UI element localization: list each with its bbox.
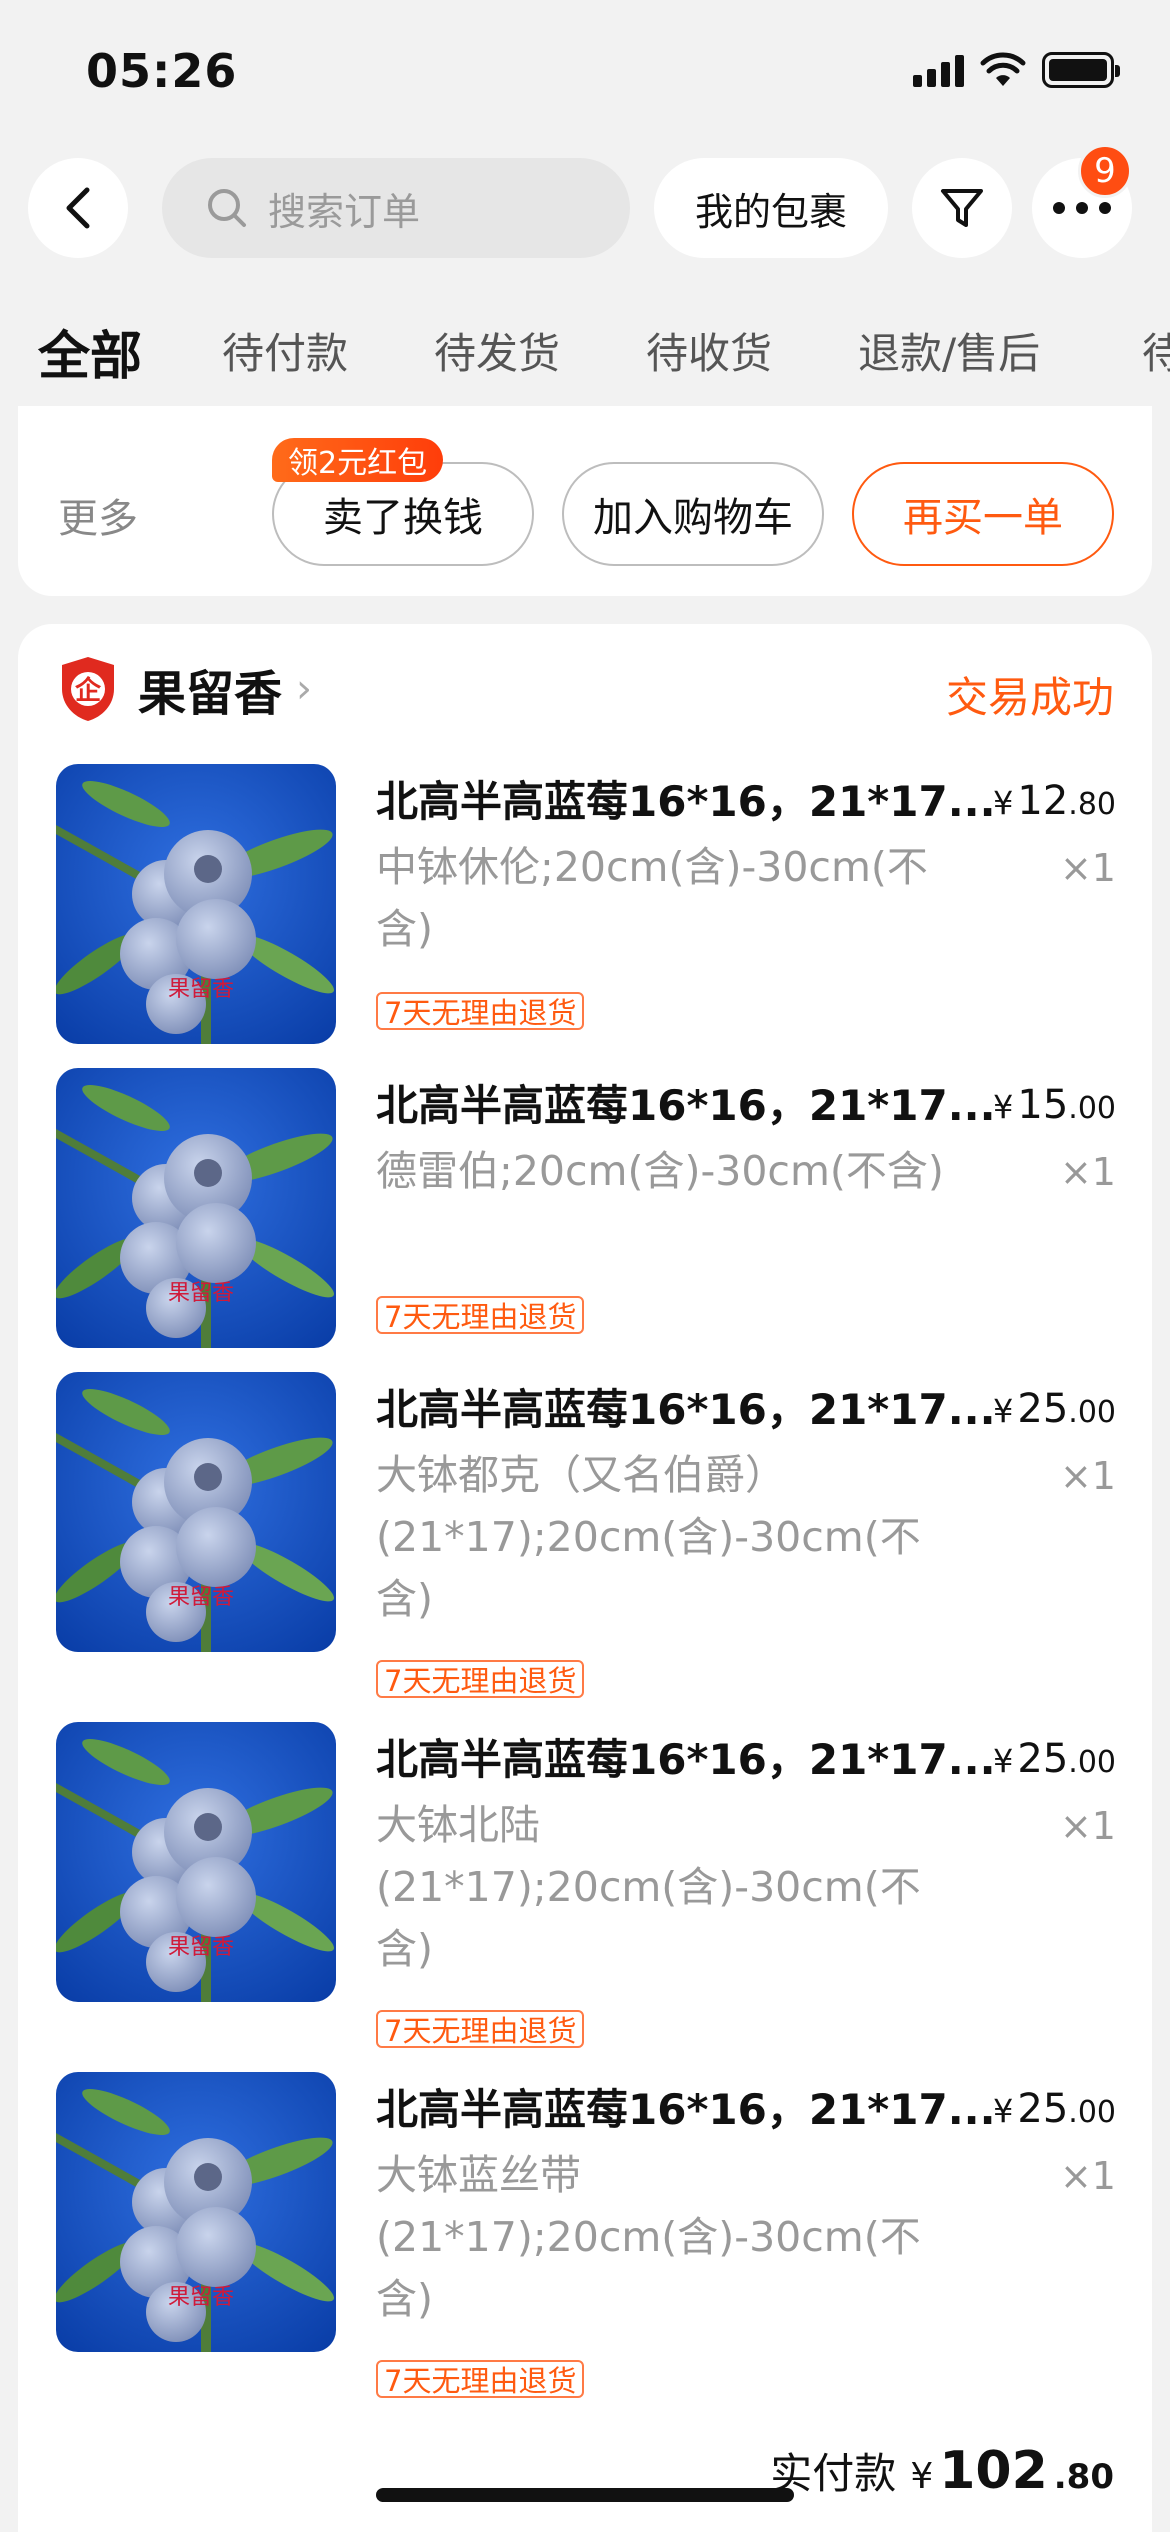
more-dots-icon: [1053, 202, 1111, 214]
price-dec: .00: [1068, 1745, 1116, 1780]
product-title: 北高半高蓝莓16*16，21*17...: [376, 777, 996, 826]
order-item[interactable]: 果留香 北高半高蓝莓16*16，21*17... 德雷伯;20cm(含)-30c…: [56, 1068, 1116, 1408]
product-thumbnail[interactable]: 果留香: [56, 1068, 336, 1348]
product-price: ¥12.80: [993, 778, 1116, 824]
price-int: 25: [1017, 1386, 1069, 1432]
more-options-button[interactable]: 9: [1032, 144, 1132, 258]
product-price: ¥15.00: [993, 1082, 1116, 1128]
svg-text:企: 企: [75, 675, 102, 706]
return-policy-tag: 7天无理由退货: [376, 992, 585, 1030]
filter-button[interactable]: [912, 158, 1012, 258]
top-nav: 搜索订单 我的包裹 9: [0, 144, 1170, 258]
status-bar: 05:26: [0, 0, 1170, 140]
order-item[interactable]: 果留香 北高半高蓝莓16*16，21*17... 大钵都克（又名伯爵）(21*1…: [56, 1372, 1116, 1712]
total-amount-int: 102: [939, 2441, 1048, 2501]
price-dec: .00: [1068, 1395, 1116, 1430]
price-dec: .00: [1068, 1091, 1116, 1126]
search-icon: [208, 189, 246, 227]
return-policy-tag: 7天无理由退货: [376, 2010, 585, 2048]
tab-pending-review[interactable]: 待: [1142, 320, 1170, 381]
chevron-right-icon: ›: [296, 666, 313, 712]
search-placeholder: 搜索订单: [268, 189, 421, 234]
product-title: 北高半高蓝莓16*16，21*17...: [376, 1385, 996, 1434]
price-int: 15: [1017, 1082, 1069, 1128]
price-currency: ¥: [993, 2092, 1014, 2130]
product-price: ¥25.00: [993, 1736, 1116, 1782]
battery-icon: [1042, 52, 1120, 88]
product-spec: 中钵休伦;20cm(含)-30cm(不含): [376, 843, 928, 953]
product-spec: 大钵都克（又名伯爵）(21*17);20cm(含)-30cm(不含): [376, 1451, 921, 1623]
status-icons: [913, 52, 1120, 88]
price-dec: .00: [1068, 2095, 1116, 2130]
tab-refund-aftersale[interactable]: 退款/售后: [858, 320, 1040, 381]
product-quantity: ×1: [1059, 1454, 1116, 1498]
product-thumbnail[interactable]: 果留香: [56, 2072, 336, 2352]
buy-again-button[interactable]: 再买一单: [852, 462, 1114, 566]
product-quantity: ×1: [1059, 846, 1116, 890]
product-title: 北高半高蓝莓16*16，21*17...: [376, 1081, 996, 1130]
price-int: 12: [1017, 778, 1069, 824]
product-quantity: ×1: [1059, 2154, 1116, 2198]
price-currency: ¥: [993, 1392, 1014, 1430]
product-spec: 大钵北陆(21*17);20cm(含)-30cm(不含): [376, 1801, 921, 1973]
svg-text:果留香: 果留香: [168, 977, 234, 1002]
tab-pending-shipment[interactable]: 待发货: [434, 320, 560, 381]
product-price: ¥25.00: [993, 2086, 1116, 2132]
price-currency: ¥: [993, 1088, 1014, 1126]
product-thumbnail[interactable]: 果留香: [56, 1372, 336, 1652]
product-thumbnail[interactable]: 果留香: [56, 1722, 336, 2002]
shop-name: 果留香: [138, 666, 283, 722]
total-amount-dec: .80: [1053, 2457, 1114, 2497]
price-currency: ¥: [993, 1742, 1014, 1780]
tab-all[interactable]: 全部: [38, 320, 142, 389]
shop-header[interactable]: 企 果留香 ›: [58, 654, 312, 724]
return-policy-tag: 7天无理由退货: [376, 2360, 585, 2398]
product-quantity: ×1: [1059, 1804, 1116, 1848]
chevron-left-icon: [66, 187, 90, 229]
filter-icon: [941, 189, 983, 227]
order-item[interactable]: 果留香 北高半高蓝莓16*16，21*17... 中钵休伦;20cm(含)-30…: [56, 764, 1116, 1104]
redpack-tag: 领2元红包: [272, 438, 444, 482]
back-button[interactable]: [28, 158, 128, 258]
order-card: 企 果留香 › 交易成功 果留香 北高半高蓝莓16*16，21*17... 中钵…: [18, 624, 1152, 2532]
return-policy-tag: 7天无理由退货: [376, 1660, 585, 1698]
price-int: 25: [1017, 2086, 1069, 2132]
status-time: 05:26: [86, 44, 238, 98]
search-input[interactable]: 搜索订单: [162, 158, 630, 258]
product-thumbnail[interactable]: 果留香: [56, 764, 336, 1044]
product-spec: 大钵蓝丝带(21*17);20cm(含)-30cm(不含): [376, 2151, 921, 2323]
product-price: ¥25.00: [993, 1386, 1116, 1432]
product-quantity: ×1: [1059, 1150, 1116, 1194]
order-status: 交易成功: [945, 673, 1114, 722]
tab-pending-payment[interactable]: 待付款: [222, 320, 348, 381]
price-int: 25: [1017, 1736, 1069, 1782]
total-row: 实付款 ¥ 102 .80: [770, 2440, 1114, 2501]
product-title: 北高半高蓝莓16*16，21*17...: [376, 2085, 996, 2134]
previous-order-card: 更多 领2元红包 卖了换钱 加入购物车 再买一单: [18, 406, 1152, 596]
order-tabs: 全部 待付款 待发货 待收货 退款/售后 待: [0, 320, 1170, 400]
enterprise-shield-icon: 企: [62, 657, 114, 721]
svg-text:果留香: 果留香: [168, 1281, 234, 1306]
price-dec: .80: [1068, 787, 1116, 822]
wifi-icon: [980, 52, 1026, 86]
svg-text:果留香: 果留香: [168, 1935, 234, 1960]
svg-text:果留香: 果留香: [168, 2285, 234, 2310]
order-item[interactable]: 果留香 北高半高蓝莓16*16，21*17... 大钵北陆(21*17);20c…: [56, 1722, 1116, 2062]
more-link[interactable]: 更多: [58, 486, 138, 544]
product-spec: 德雷伯;20cm(含)-30cm(不含): [376, 1147, 944, 1195]
cellular-signal-icon: [913, 53, 964, 87]
home-indicator[interactable]: [376, 2488, 794, 2502]
add-to-cart-button[interactable]: 加入购物车: [562, 462, 824, 566]
notification-badge: 9: [1078, 144, 1132, 198]
order-item[interactable]: 果留香 北高半高蓝莓16*16，21*17... 大钵蓝丝带(21*17);20…: [56, 2072, 1116, 2412]
total-currency: ¥: [910, 2456, 934, 2497]
price-currency: ¥: [993, 784, 1014, 822]
my-package-button[interactable]: 我的包裹: [654, 158, 888, 258]
product-title: 北高半高蓝莓16*16，21*17...: [376, 1735, 996, 1784]
svg-text:果留香: 果留香: [168, 1585, 234, 1610]
return-policy-tag: 7天无理由退货: [376, 1296, 585, 1334]
tab-pending-receipt[interactable]: 待收货: [646, 320, 772, 381]
